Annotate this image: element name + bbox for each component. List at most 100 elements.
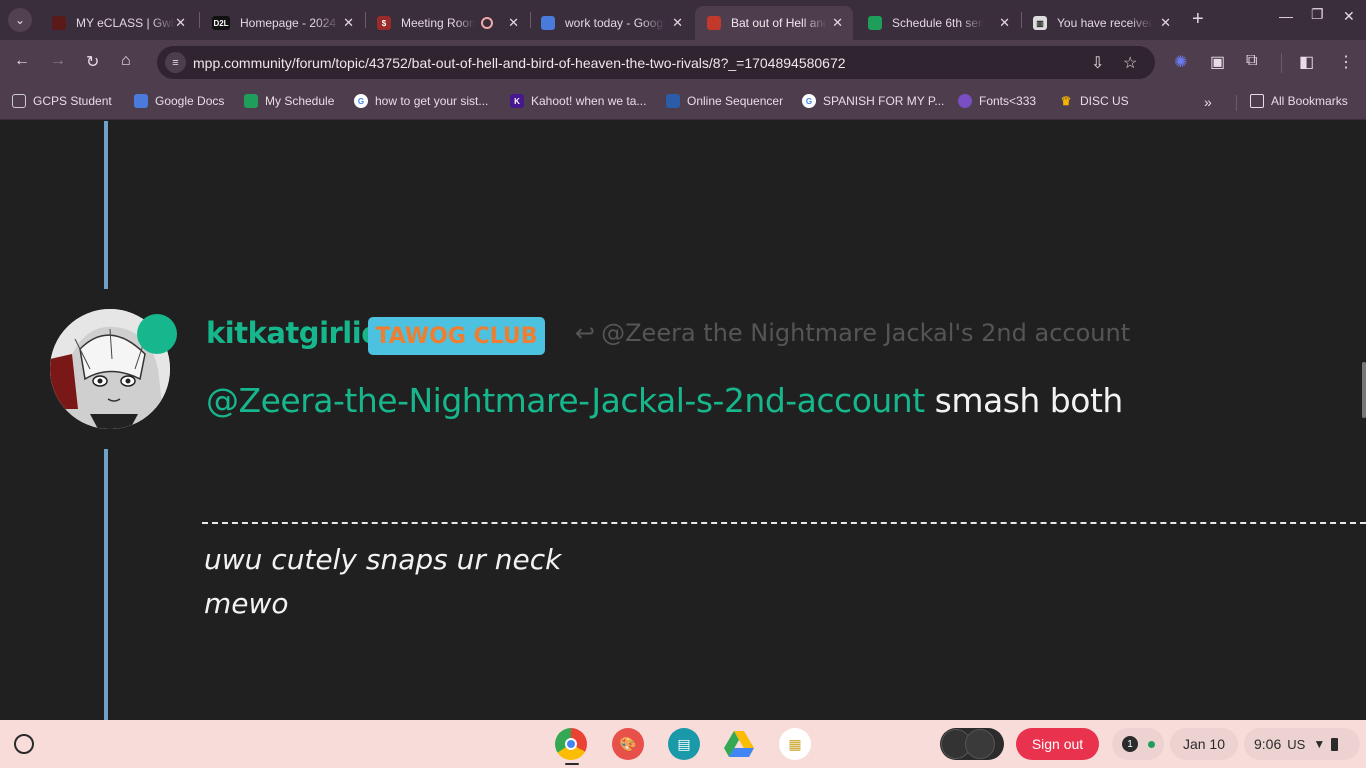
thread-line <box>104 449 108 720</box>
clock-time: 9:06 <box>1254 736 1282 752</box>
bookmark-how-to[interactable]: G how to get your sist... <box>354 94 488 108</box>
browser-toolbar: ← → ↻ ⌂ ≡ mpp.community/forum/topic/4375… <box>0 40 1366 86</box>
classroom-app-icon[interactable]: ▤ <box>668 728 700 760</box>
active-app-indicator <box>565 763 579 765</box>
extensions-puzzle-icon[interactable]: ⧉ <box>1246 52 1257 70</box>
signature-line: mewo <box>204 587 289 620</box>
piano-favicon-icon: ▥ <box>1033 16 1047 30</box>
chrome-app-icon[interactable] <box>555 728 587 760</box>
close-window-icon[interactable]: ✕ <box>1343 8 1355 25</box>
tab-meeting-room[interactable]: $ Meeting Room ✕ <box>365 6 529 40</box>
screenshot-thumb <box>965 729 995 759</box>
paint-app-icon[interactable]: 🎨 <box>612 728 644 760</box>
wifi-icon: ▼ <box>1313 737 1326 751</box>
sheets-favicon-icon <box>868 16 882 30</box>
folder-icon <box>1250 94 1264 108</box>
meeting-favicon-icon: $ <box>377 16 391 30</box>
holding-space-thumbnails[interactable] <box>940 728 1004 760</box>
bookmark-kahoot[interactable]: K Kahoot! when we ta... <box>510 94 646 108</box>
sign-out-button[interactable]: Sign out <box>1016 728 1099 760</box>
forward-arrow-icon[interactable]: → <box>50 52 66 70</box>
bookmark-online-sequencer[interactable]: Online Sequencer <box>666 94 783 108</box>
close-tab-icon[interactable]: ✕ <box>175 15 186 31</box>
google-icon: G <box>802 94 816 108</box>
minimize-icon[interactable]: — <box>1279 8 1293 24</box>
signature-line: uwu cutely snaps ur neck <box>204 543 562 576</box>
recording-icon <box>481 17 493 29</box>
kahoot-icon: K <box>510 94 524 108</box>
tab-work-today[interactable]: work today - Google Docs ✕ <box>529 6 693 40</box>
date-pod[interactable]: Jan 10 <box>1170 728 1238 760</box>
all-bookmarks-button[interactable]: All Bookmarks <box>1250 94 1348 108</box>
post-text: smash both <box>924 381 1124 420</box>
fonts-icon <box>958 94 972 108</box>
bookmark-google-docs[interactable]: Google Docs <box>134 94 224 108</box>
toolbar-divider <box>1281 53 1282 73</box>
bookmark-my-schedule[interactable]: My Schedule <box>244 94 334 108</box>
crown-icon: ♛ <box>1060 94 1072 108</box>
group-badge[interactable]: TAWOG CLUB <box>368 317 545 355</box>
back-arrow-icon[interactable]: ← <box>14 52 30 70</box>
bookmark-star-icon[interactable]: ☆ <box>1123 53 1137 73</box>
tab-bat-out-of-hell[interactable]: Bat out of Hell and Bird of Heaven ✕ <box>695 6 853 40</box>
d2l-favicon-icon: D2L <box>212 16 230 30</box>
bookmark-spanish[interactable]: G SPANISH FOR MY P... <box>802 94 944 108</box>
close-tab-icon[interactable]: ✕ <box>343 15 354 31</box>
new-tab-plus-icon[interactable]: + <box>1192 9 1204 29</box>
tab-received[interactable]: ▥ You have received ✕ <box>1021 6 1181 40</box>
tab-search-chevron-icon[interactable]: ⌄ <box>8 8 32 32</box>
extension-gear-icon[interactable]: ✺ <box>1174 52 1187 72</box>
notes-app-icon[interactable]: ▦ <box>779 728 811 760</box>
post-content: @Zeera-the-Nightmare-Jackal-s-2nd-accoun… <box>206 381 1123 420</box>
bookmarks-divider <box>1236 95 1237 111</box>
close-tab-icon[interactable]: ✕ <box>999 15 1010 31</box>
sequencer-icon <box>666 94 680 108</box>
side-panel-icon[interactable]: ◧ <box>1299 52 1314 72</box>
system-tray[interactable]: 9:06 US ▼ <box>1244 728 1360 760</box>
address-bar[interactable]: ≡ mpp.community/forum/topic/43752/bat-ou… <box>157 46 1155 79</box>
close-tab-icon[interactable]: ✕ <box>1160 15 1171 31</box>
forum-page: kitkatgirlie TAWOG CLUB ↩ @Zeera the Nig… <box>0 121 1366 720</box>
folder-sync-icon <box>12 94 26 108</box>
bookmark-fonts[interactable]: Fonts<333 <box>958 94 1036 108</box>
close-tab-icon[interactable]: ✕ <box>508 15 519 31</box>
battery-icon <box>1331 737 1339 751</box>
status-dot <box>1148 740 1155 748</box>
restore-icon[interactable]: ❐ <box>1311 6 1324 23</box>
install-app-icon[interactable]: ⇩ <box>1091 53 1104 73</box>
sheets-icon <box>244 94 258 108</box>
notification-pod[interactable]: 1 <box>1112 728 1164 760</box>
eclass-favicon-icon <box>52 16 66 30</box>
user-mention-link[interactable]: @Zeera-the-Nightmare-Jackal-s-2nd-accoun… <box>206 381 925 420</box>
tab-schedule[interactable]: Schedule 6th semester ✕ <box>856 6 1020 40</box>
drive-app-icon[interactable] <box>723 728 755 760</box>
reload-icon[interactable]: ↻ <box>86 52 99 72</box>
notification-count: 1 <box>1122 736 1138 752</box>
close-tab-icon[interactable]: ✕ <box>832 15 843 31</box>
bookmark-disc-us[interactable]: ♛ DISC US <box>1059 94 1129 108</box>
online-status-indicator <box>137 314 177 354</box>
post-username[interactable]: kitkatgirlie <box>206 316 381 350</box>
thread-line <box>104 121 108 289</box>
drive-triangle-icon <box>724 731 754 757</box>
google-icon: G <box>354 94 368 108</box>
menu-kebab-icon[interactable]: ⋮ <box>1338 52 1354 72</box>
reply-arrow-icon: ↩ <box>575 319 596 347</box>
launcher-circle-icon[interactable] <box>14 734 34 754</box>
tab-eclass[interactable]: MY eCLASS | Gwinnett ✕ <box>40 6 196 40</box>
input-locale: US <box>1287 736 1306 752</box>
site-info-icon[interactable]: ≡ <box>165 52 186 73</box>
extension-tab-icon[interactable]: ▣ <box>1210 52 1225 72</box>
home-icon[interactable]: ⌂ <box>121 52 131 70</box>
bookmarks-bar: GCPS Student Google Docs My Schedule G h… <box>0 86 1366 120</box>
bookmark-gcps-student[interactable]: GCPS Student <box>12 94 112 108</box>
reply-to-link[interactable]: ↩ @Zeera the Nightmare Jackal's 2nd acco… <box>575 319 1130 347</box>
tab-homepage[interactable]: D2L Homepage - 2024 ✕ <box>200 6 364 40</box>
scrollbar-thumb[interactable] <box>1362 362 1366 418</box>
tab-strip: ⌄ MY eCLASS | Gwinnett ✕ D2L Homepage - … <box>0 0 1366 40</box>
close-tab-icon[interactable]: ✕ <box>672 15 683 31</box>
forum-favicon-icon <box>707 16 721 30</box>
more-bookmarks-chevron-icon[interactable]: » <box>1204 94 1212 110</box>
url-text[interactable]: mpp.community/forum/topic/43752/bat-out-… <box>193 55 846 71</box>
signature-divider <box>202 522 1366 524</box>
